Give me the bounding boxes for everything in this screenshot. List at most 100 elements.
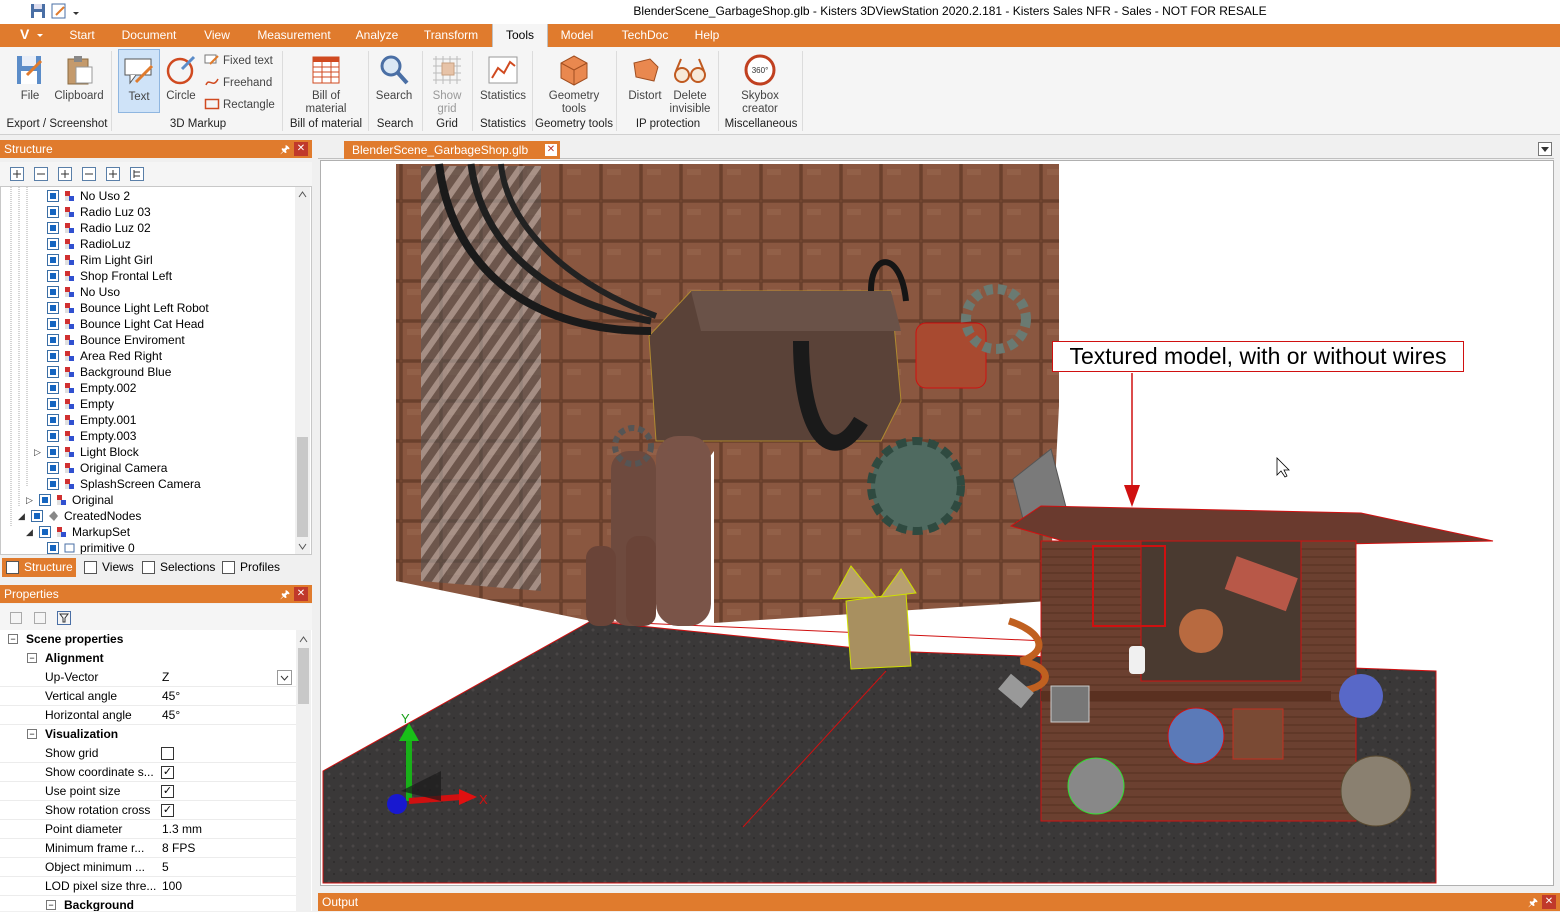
tree-node[interactable]: Empty [47, 396, 114, 412]
visibility-checkbox[interactable] [47, 286, 59, 298]
expand-arrow-icon[interactable]: ▷ [34, 444, 41, 460]
markup-callout-text[interactable]: Textured model, with or without wires [1052, 341, 1464, 372]
circle-button[interactable]: Circle [162, 49, 200, 111]
tab-start[interactable]: Start [58, 24, 106, 47]
close-icon[interactable]: ✕ [1542, 895, 1556, 909]
distort-button[interactable]: Distort [622, 49, 668, 111]
tab-help[interactable]: Help [688, 24, 726, 47]
visibility-checkbox[interactable] [47, 238, 59, 250]
visibility-checkbox[interactable] [47, 254, 59, 266]
tab-model[interactable]: Model [554, 24, 600, 47]
use-point-size-checkbox[interactable]: ✓ [161, 785, 174, 798]
tree-node[interactable]: Area Red Right [47, 348, 162, 364]
tree-node[interactable]: SplashScreen Camera [47, 476, 201, 492]
close-icon[interactable]: ✕ [294, 587, 308, 601]
tree-node[interactable]: Empty.002 [47, 380, 136, 396]
tab-document[interactable]: Document [114, 24, 184, 47]
visibility-checkbox[interactable] [47, 366, 59, 378]
application-menu-button[interactable]: V [4, 26, 46, 45]
collapse-all-icon[interactable] [34, 167, 48, 181]
visibility-checkbox[interactable] [47, 478, 59, 490]
search-button[interactable]: Search [372, 49, 416, 111]
skybox-creator-button[interactable]: 360° Skybox creator [734, 49, 786, 115]
visibility-checkbox[interactable] [47, 398, 59, 410]
structure-tree[interactable]: No Uso 2 Radio Luz 03 Radio Luz 02 RadioLuz… [0, 186, 312, 555]
tree-node[interactable]: ◢ MarkupSet [26, 524, 130, 540]
show-grid-checkbox[interactable] [161, 747, 174, 760]
visibility-checkbox[interactable] [47, 414, 59, 426]
collapse-arrow-icon[interactable]: ◢ [18, 508, 25, 524]
visibility-checkbox[interactable] [47, 430, 59, 442]
tab-tools[interactable]: Tools [492, 24, 548, 47]
visibility-checkbox[interactable] [31, 510, 43, 522]
visibility-checkbox[interactable] [47, 542, 59, 554]
chevron-down-icon[interactable] [277, 670, 292, 685]
prop-lod-pixel-size[interactable]: LOD pixel size thre... 100 [0, 877, 296, 896]
close-tab-icon[interactable]: ✕ [545, 144, 557, 156]
tree-node[interactable]: No Uso [47, 284, 120, 300]
visibility-checkbox[interactable] [47, 382, 59, 394]
tree-node[interactable]: Empty.003 [47, 428, 136, 444]
edit-document-icon[interactable] [51, 3, 68, 20]
tree-scrollbar[interactable] [295, 187, 310, 554]
expand-all-icon[interactable] [10, 167, 24, 181]
visibility-checkbox[interactable] [47, 302, 59, 314]
tree-node[interactable]: Background Blue [47, 364, 171, 380]
tree-node[interactable]: No Uso 2 [47, 188, 130, 204]
visibility-checkbox[interactable] [47, 270, 59, 282]
tree-node[interactable]: ◢ CreatedNodes [18, 508, 141, 524]
copy-properties-icon[interactable] [10, 612, 22, 624]
tab-views[interactable]: Views [80, 558, 136, 577]
tab-analyze[interactable]: Analyze [348, 24, 406, 47]
visibility-checkbox[interactable] [39, 494, 51, 506]
delete-invisible-button[interactable]: Delete invisible [668, 49, 712, 115]
pin-icon[interactable]: 🖈 [280, 141, 290, 159]
paste-properties-icon[interactable] [34, 612, 46, 624]
prop-minimum-frame-rate[interactable]: Minimum frame r... 8 FPS [0, 839, 296, 858]
expand-arrow-icon[interactable]: ▷ [26, 492, 33, 508]
prop-point-diameter[interactable]: Point diameter 1.3 mm [0, 820, 296, 839]
section-visualization[interactable]: − Visualization [27, 725, 118, 744]
tree-node[interactable]: Empty.001 [47, 412, 136, 428]
tree-node[interactable]: RadioLuz [47, 236, 131, 252]
section-scene-properties[interactable]: − Scene properties [8, 630, 123, 649]
prop-vertical-angle[interactable]: Vertical angle 45° [0, 687, 296, 706]
prop-show-rotation-cross[interactable]: Show rotation cross ✓ [0, 801, 296, 820]
geometry-tools-button[interactable]: Geometry tools [544, 49, 604, 115]
visibility-checkbox[interactable] [47, 222, 59, 234]
tree-node[interactable]: Radio Luz 03 [47, 204, 151, 220]
tree-node[interactable]: Original Camera [47, 460, 167, 476]
document-list-dropdown-icon[interactable] [1538, 142, 1552, 156]
freehand-button[interactable]: Freehand [204, 74, 272, 92]
prop-show-coordinate-system[interactable]: Show coordinate s... ✓ [0, 763, 296, 782]
tab-selections[interactable]: Selections [138, 558, 216, 577]
expand-icon[interactable] [58, 167, 72, 181]
properties-scrollbar[interactable] [296, 630, 311, 911]
fixed-text-button[interactable]: Fixed text [204, 52, 273, 70]
close-icon[interactable]: ✕ [294, 142, 308, 156]
file-button[interactable]: File [8, 49, 52, 111]
visibility-checkbox[interactable] [47, 462, 59, 474]
save-icon[interactable] [30, 3, 47, 20]
tree-node[interactable]: Rim Light Girl [47, 252, 153, 268]
text-button[interactable]: Text [118, 49, 160, 113]
tab-view[interactable]: View [194, 24, 240, 47]
tree-node[interactable]: Bounce Light Cat Head [47, 316, 204, 332]
prop-show-grid[interactable]: Show grid [0, 744, 296, 763]
section-alignment[interactable]: − Alignment [27, 649, 104, 668]
tab-transform[interactable]: Transform [416, 24, 486, 47]
expand-selection-icon[interactable] [106, 167, 120, 181]
filter-icon[interactable] [57, 611, 71, 625]
prop-up-vector[interactable]: Up-Vector Z [0, 668, 296, 687]
document-tab[interactable]: BlenderScene_GarbageShop.glb ✕ [344, 141, 560, 159]
visibility-checkbox[interactable] [39, 526, 51, 538]
visibility-checkbox[interactable] [47, 190, 59, 202]
bill-of-material-button[interactable]: Bill of material [300, 49, 352, 115]
tree-node[interactable]: Radio Luz 02 [47, 220, 151, 236]
visibility-checkbox[interactable] [47, 350, 59, 362]
pin-icon[interactable]: 🖈 [280, 586, 290, 604]
collapse-icon[interactable] [82, 167, 96, 181]
tree-node[interactable]: Bounce Light Left Robot [47, 300, 209, 316]
tree-node[interactable]: ▷ Original [26, 492, 113, 508]
tab-measurement[interactable]: Measurement [250, 24, 338, 47]
